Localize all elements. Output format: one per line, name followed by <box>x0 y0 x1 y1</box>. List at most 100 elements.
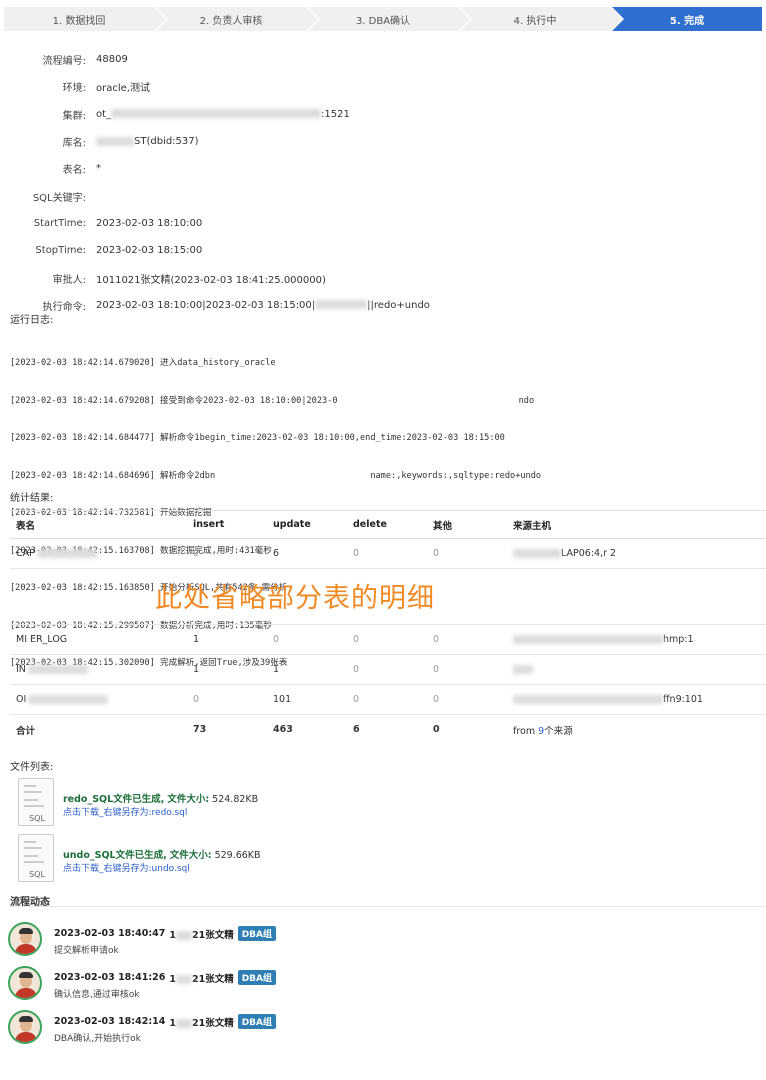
cell-host <box>507 654 766 685</box>
file-size-label: 文件大小: <box>167 794 210 805</box>
stop-time-value: 2023-02-03 18:15:00 <box>96 245 203 257</box>
cell-update: 6 <box>267 538 347 569</box>
file-generated-text: undo_SQL文件已生成, <box>63 850 167 861</box>
cluster-suffix: :1521 <box>321 108 350 120</box>
col-header-update: update <box>267 510 347 539</box>
file-ext: SQL <box>29 814 45 823</box>
total-host-prefix: from <box>513 725 539 737</box>
info-row-stop-time: StopTime: 2023-02-03 18:15:00 <box>0 237 766 264</box>
log-line: [2023-02-03 18:42:14.684477] 解析命令1begin_… <box>10 433 505 443</box>
total-other: 0 <box>433 724 440 736</box>
flow-event: 2023-02-03 18:42:14 1 21张文精 DBA组 DBA确认,开始… <box>8 1010 748 1050</box>
event-header: 2023-02-03 18:42:14 1 21张文精 DBA组 <box>54 1014 276 1029</box>
files-title: 文件列表: <box>10 762 54 773</box>
env-label: 环境: <box>62 83 86 95</box>
avatar <box>8 1010 42 1044</box>
event-time: 2023-02-03 18:41:26 <box>54 972 166 983</box>
step-complete: 5. 完成 <box>612 7 762 31</box>
redacted-block <box>513 665 533 674</box>
info-row-sql-keyword: SQL关键字: <box>0 182 766 209</box>
info-row-db: 库名: ST(dbid:537) <box>0 128 766 155</box>
log-line: [2023-02-03 18:42:14.679020] 进入data_hist… <box>10 358 276 368</box>
cell-insert: 1 <box>187 654 267 685</box>
info-row-start-time: StartTime: 2023-02-03 18:10:00 <box>0 210 766 237</box>
stats-title: 统计结果: <box>10 493 54 504</box>
cell-delete: 0 <box>347 654 427 685</box>
cell-insert: 0 <box>187 538 267 569</box>
total-host: from 9个来源 <box>507 715 766 745</box>
sql-keyword-label: SQL关键字: <box>32 192 86 204</box>
cell-other: 0 <box>427 538 507 569</box>
log-title: 运行日志: <box>10 315 54 326</box>
db-value: ST(dbid:537) <box>96 136 199 147</box>
sql-file-icon: SQL <box>18 778 54 826</box>
omitted-note: 此处省略部分表的明细 <box>155 583 435 614</box>
redacted-block <box>27 665 88 674</box>
host-text: ffn9:101 <box>663 694 703 705</box>
col-header-other: 其他 <box>427 510 507 539</box>
cell-update: 101 <box>267 684 347 715</box>
stop-time-label: StopTime: <box>35 245 86 257</box>
download-undo-link[interactable]: 点击下载_右键另存为:undo.sql <box>63 861 190 874</box>
env-value: oracle,测试 <box>96 83 150 95</box>
table-row: MI ER_LOG 1 0 0 0 hmp:1 <box>10 624 766 655</box>
cluster-prefix: ot_ <box>96 108 112 120</box>
start-time-value: 2023-02-03 18:10:00 <box>96 217 203 229</box>
cell-table-name: CAP <box>10 538 187 569</box>
table-name-text: MI ER_LOG <box>16 634 68 645</box>
total-update: 463 <box>273 724 293 736</box>
file-size-label: 文件大小: <box>169 850 212 861</box>
file-item-redo: SQL redo_SQL文件已生成, 文件大小: 524.82KB 点击下载_右… <box>18 778 718 826</box>
event-user: 1 21张文精 <box>169 1017 234 1029</box>
total-row: 合计 73 463 6 0 from 9个来源 <box>10 715 766 745</box>
total-delete: 6 <box>353 724 360 736</box>
info-row-table: 表名: * <box>0 155 766 182</box>
cell-delete: 0 <box>347 624 427 655</box>
info-row-approver: 审批人: 1011021张文精(2023-02-03 18:41:25.0000… <box>0 264 766 291</box>
db-label: 库名: <box>62 138 86 150</box>
redacted-block <box>96 136 134 146</box>
command-value: 2023-02-03 18:10:00|2023-02-03 18:15:00|… <box>96 300 430 311</box>
table-header-row: 表名 insert update delete 其他 来源主机 <box>10 510 766 539</box>
redacted-block <box>36 549 97 558</box>
flow-event: 2023-02-03 18:40:47 1 21张文精 DBA组 提交解析申请ok <box>8 922 748 962</box>
col-header-table: 表名 <box>10 510 187 539</box>
info-row-flow-id: 流程编号: 48809 <box>0 46 766 73</box>
approver-label: 审批人: <box>52 274 86 286</box>
command-suffix: ||redo+undo <box>367 299 430 311</box>
table-value: * <box>96 163 101 175</box>
event-desc: 提交解析申请ok <box>54 946 119 956</box>
file-ext: SQL <box>29 870 45 879</box>
total-host-suffix: 个来源 <box>544 725 573 737</box>
redacted-block <box>513 549 561 558</box>
cell-host: hmp:1 <box>507 624 766 655</box>
cell-update: 0 <box>267 624 347 655</box>
group-badge: DBA组 <box>237 1014 276 1029</box>
table-label: 表名: <box>62 165 86 177</box>
event-user: 1 21张文精 <box>169 929 234 941</box>
col-header-host: 来源主机 <box>507 510 766 539</box>
download-redo-link[interactable]: 点击下载_右键另存为:redo.sql <box>63 805 187 818</box>
step-owner-review: 2. 负责人审核 <box>156 7 320 31</box>
col-header-insert: insert <box>187 510 267 539</box>
command-prefix: 2023-02-03 18:10:00|2023-02-03 18:15:00| <box>96 299 316 311</box>
avatar <box>8 966 42 1000</box>
flow-info: 流程编号: 48809 环境: oracle,测试 集群: ot_ :1521 库… <box>0 46 766 319</box>
event-time: 2023-02-03 18:40:47 <box>54 928 166 939</box>
total-insert: 73 <box>193 724 207 736</box>
info-row-command: 执行命令: 2023-02-03 18:10:00|2023-02-03 18:… <box>0 292 766 319</box>
file-generated-text: redo_SQL文件已生成, <box>63 794 165 805</box>
event-desc: DBA确认,开始执行ok <box>54 1034 141 1044</box>
cell-delete: 0 <box>347 684 427 715</box>
cell-other: 0 <box>427 624 507 655</box>
cluster-label: 集群: <box>62 110 86 122</box>
divider <box>10 906 766 907</box>
file-size: 529.66KB <box>214 850 261 861</box>
redacted-block <box>513 695 663 704</box>
col-header-delete: delete <box>347 510 427 539</box>
event-header: 2023-02-03 18:40:47 1 21张文精 DBA组 <box>54 926 276 941</box>
stats-table: 表名 insert update delete 其他 来源主机 CAP 0 6 … <box>10 510 766 745</box>
group-badge: DBA组 <box>237 970 276 985</box>
group-badge: DBA组 <box>237 926 276 941</box>
redacted-block <box>513 635 663 644</box>
